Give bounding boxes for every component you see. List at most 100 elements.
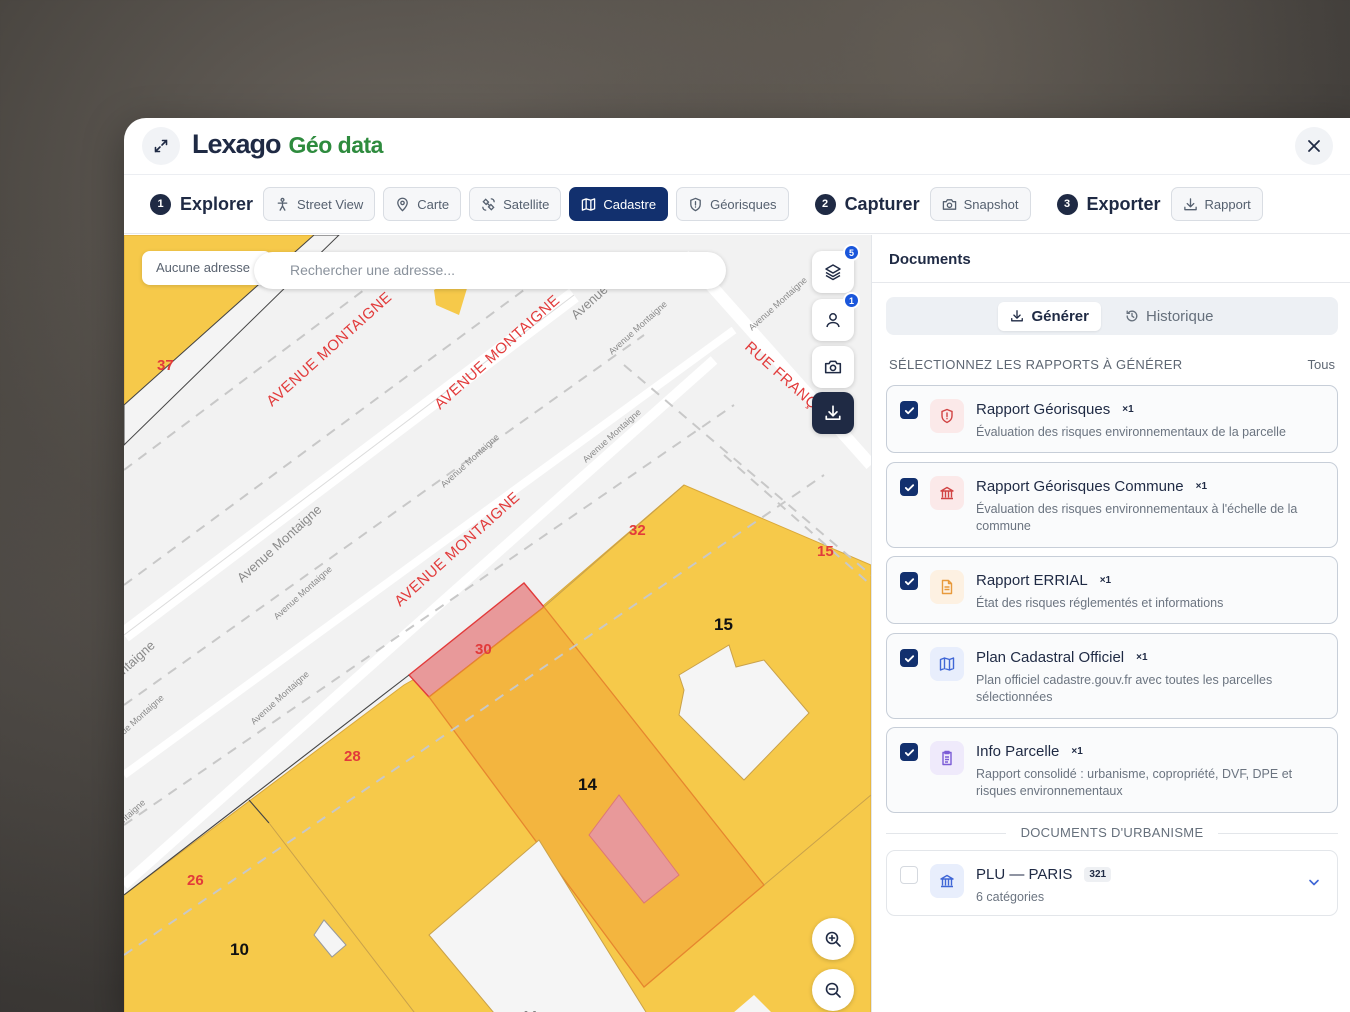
report-count: ×1 [1136, 652, 1148, 663]
download-map-button[interactable] [812, 392, 854, 434]
document-icon [930, 570, 964, 604]
address-label: Aucune adresse [142, 251, 272, 285]
tab-generer[interactable]: Générer [998, 301, 1101, 331]
report-count: ×1 [1099, 575, 1112, 586]
checkbox-checked[interactable] [900, 649, 918, 667]
logo-brand: Lexago [192, 129, 282, 159]
street-view-label: Street View [297, 196, 364, 212]
close-icon [1308, 140, 1320, 152]
carte-button[interactable]: Carte [383, 187, 462, 221]
snapshot-label: Snapshot [963, 196, 1019, 212]
rapport-button[interactable]: Rapport [1170, 187, 1263, 221]
download-icon [825, 405, 841, 421]
download-icon [1183, 197, 1197, 210]
expand-button[interactable] [142, 127, 180, 165]
check-icon [904, 748, 914, 756]
step-exporter: 3 Exporter [1056, 193, 1161, 215]
street-view-button[interactable]: Street View [263, 187, 376, 221]
zoom-out-button[interactable] [812, 969, 854, 1011]
bank-icon [930, 864, 964, 898]
report-title: Rapport Géorisques ×1 [976, 401, 1134, 418]
plu-count: 321 [1084, 867, 1112, 882]
pin-button[interactable]: 1 [812, 292, 860, 341]
report-card[interactable]: Rapport Géorisques Commune ×1 Évaluation … [886, 462, 1338, 548]
cadastre-map[interactable]: AVENUE MONTAIGNE AVENUE MONTAIGNE AVENUE… [124, 235, 871, 1012]
search-input[interactable]: Rechercher une adresse... [254, 252, 726, 289]
snapshot-map-button[interactable] [812, 346, 854, 388]
map-icon [582, 197, 596, 211]
window-header: Lexago Géo data [124, 118, 1350, 174]
carte-label: Carte [417, 196, 450, 212]
checkbox-checked[interactable] [900, 478, 918, 496]
workflow-toolbar: 1 Explorer Street View Carte Satellite C… [124, 174, 1350, 234]
select-all-link[interactable]: Tous [1308, 357, 1335, 372]
close-button[interactable] [1295, 127, 1333, 165]
check-icon [904, 577, 914, 585]
plu-card[interactable]: PLU — PARIS 321 6 catégories [886, 850, 1338, 916]
history-icon [1126, 310, 1138, 322]
tab-generer-label: Générer [1031, 307, 1089, 325]
parcel-number: 11 [521, 1008, 539, 1012]
shield-icon [930, 399, 964, 433]
step-label: Capturer [844, 193, 920, 214]
georisques-button[interactable]: Géorisques [676, 187, 789, 221]
report-title: Rapport Géorisques Commune ×1 [976, 478, 1208, 495]
parcel-number: 15 [817, 543, 834, 560]
satellite-label: Satellite [503, 196, 550, 212]
checkbox-unchecked[interactable] [900, 866, 918, 884]
step-label: Explorer [180, 193, 254, 214]
user-pin-icon [826, 313, 840, 328]
parcel-number: 37 [157, 357, 174, 374]
plu-desc: 6 catégories [976, 890, 1045, 904]
check-icon [904, 406, 914, 414]
layers-badge: 5 [843, 244, 860, 261]
zoom-out-icon [825, 982, 841, 998]
zoom-in-button[interactable] [812, 918, 854, 960]
checkbox-checked[interactable] [900, 401, 918, 419]
chevron-down-icon[interactable] [1307, 875, 1321, 889]
step-explorer: 1 Explorer [150, 193, 254, 215]
report-desc: État des risques réglementés et informat… [976, 596, 1224, 610]
check-icon [904, 483, 914, 491]
step-number: 2 [814, 193, 836, 215]
check-icon [904, 654, 914, 662]
tab-historique[interactable]: Historique [1113, 302, 1226, 331]
report-desc: Rapport consolidé : urbanisme, coproprié… [976, 767, 1293, 798]
tab-historique-label: Historique [1146, 307, 1214, 325]
checkbox-checked[interactable] [900, 572, 918, 590]
report-card[interactable]: Info Parcelle ×1 Rapport consolidé : urba… [886, 727, 1338, 813]
parcel-number: 32 [629, 522, 646, 539]
report-count: ×1 [1195, 481, 1208, 492]
urbanism-section-title: DOCUMENTS D'URBANISME [886, 825, 1338, 840]
location-pin-icon [397, 197, 409, 211]
report-count: ×1 [1122, 404, 1134, 415]
parcel-number: 26 [187, 872, 204, 889]
checkbox-checked[interactable] [900, 743, 918, 761]
zoom-in-icon [825, 931, 841, 947]
satellite-button[interactable]: Satellite [469, 187, 562, 221]
layers-icon [825, 264, 841, 281]
step-capturer: 2 Capturer [814, 193, 920, 215]
report-card[interactable]: Rapport ERRIAL ×1 État des risques réglem… [886, 556, 1338, 624]
camera-icon [942, 198, 956, 210]
geo-data-window: Lexago Géo data 1 Explorer Street View C… [124, 118, 1350, 1012]
parcel-number: 14 [578, 775, 597, 794]
map-icon [930, 647, 964, 681]
snapshot-button[interactable]: Snapshot [929, 187, 1031, 221]
report-title: Plan Cadastral Officiel ×1 [976, 649, 1148, 666]
report-count: ×1 [1071, 746, 1083, 757]
report-card[interactable]: Plan Cadastral Officiel ×1 Plan officiel … [886, 633, 1338, 719]
cadastre-button[interactable]: Cadastre [569, 187, 669, 221]
section-header: SÉLECTIONNEZ LES RAPPORTS À GÉNÉRER Tous [889, 357, 1335, 372]
clipboard-icon [930, 741, 964, 775]
report-card[interactable]: Rapport Géorisques ×1 Évaluation des risq… [886, 385, 1338, 453]
georisques-label: Géorisques [710, 196, 777, 212]
layers-button[interactable]: 5 [812, 244, 860, 293]
report-desc: Évaluation des risques environnementaux … [976, 425, 1286, 439]
parcel-number: 10 [230, 940, 249, 959]
step-number: 1 [150, 193, 171, 215]
parcel-number: 30 [475, 641, 492, 658]
app-logo: Lexago Géo data [192, 129, 383, 160]
map-canvas[interactable]: AVENUE MONTAIGNE AVENUE MONTAIGNE AVENUE… [124, 235, 871, 1012]
section-title: SÉLECTIONNEZ LES RAPPORTS À GÉNÉRER [889, 357, 1183, 372]
